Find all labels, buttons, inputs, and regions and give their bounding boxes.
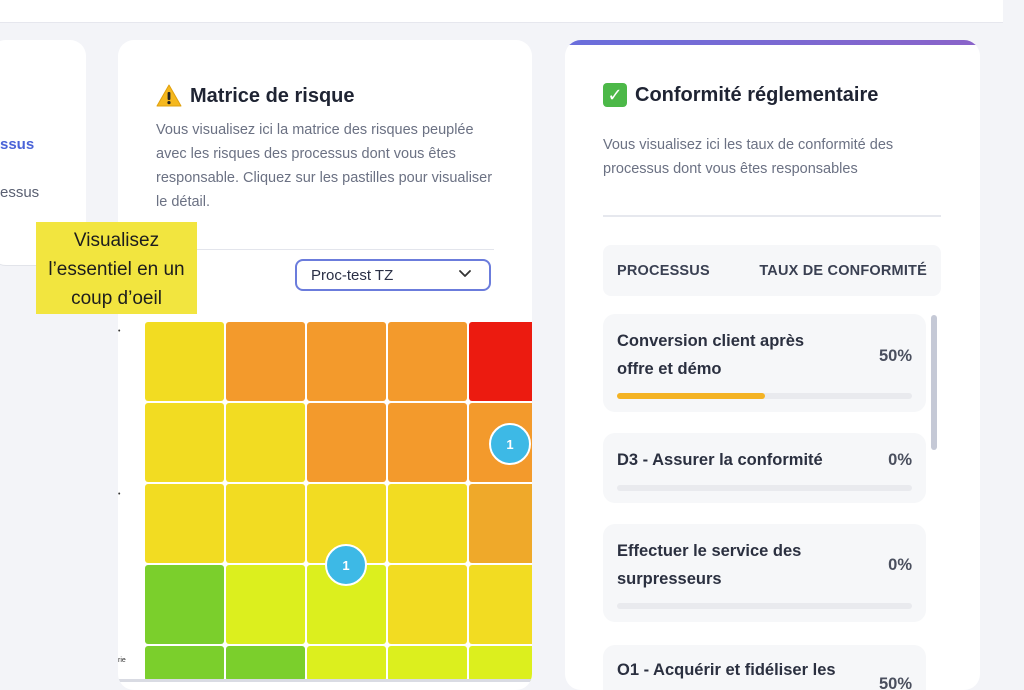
process-row[interactable]: Conversion client après offre et démo 50…	[603, 314, 926, 412]
left-nav-item[interactable]: essus	[0, 184, 39, 201]
divider	[156, 249, 494, 250]
process-select[interactable]: Proc-test TZ	[295, 259, 491, 291]
process-rate: 0%	[888, 451, 912, 469]
progress-bar	[617, 393, 912, 399]
column-header-process: PROCESSUS	[617, 262, 710, 279]
matrix-cell[interactable]	[469, 565, 532, 644]
risk-matrix-card: Matrice de risque Vous visualisez ici la…	[118, 40, 532, 690]
progress-bar	[617, 485, 912, 491]
matrix-cell[interactable]	[226, 403, 305, 482]
process-name: Conversion client après offre et démo	[617, 332, 805, 378]
conformity-title: ✓ Conformité réglementaire	[603, 83, 878, 107]
matrix-cell[interactable]	[145, 646, 224, 681]
matrix-cell[interactable]	[307, 322, 386, 401]
table-header: PROCESSUS TAUX DE CONFORMITÉ	[603, 245, 941, 296]
risk-dot[interactable]: 1	[325, 544, 367, 586]
card-accent-bar	[565, 40, 980, 45]
matrix-cell[interactable]	[388, 565, 467, 644]
matrix-cell[interactable]	[145, 484, 224, 563]
divider	[603, 215, 941, 217]
matrix-cell[interactable]	[469, 646, 532, 681]
process-select-value: Proc-test TZ	[311, 266, 394, 284]
axis-tick-mark: •	[118, 491, 121, 498]
matrix-cell[interactable]	[307, 403, 386, 482]
check-icon: ✓	[603, 83, 627, 107]
process-row[interactable]: O1 - Acquérir et fidéliser les 50%	[603, 645, 926, 690]
axis-tick-label: rie	[118, 657, 126, 664]
process-name: Effectuer le service des surpresseurs	[617, 542, 802, 588]
risk-matrix-title: Matrice de risque	[156, 84, 355, 108]
chevron-down-icon	[459, 270, 471, 277]
conformity-title-text: Conformité réglementaire	[635, 83, 879, 106]
scroll-edge	[118, 679, 532, 682]
matrix-cell[interactable]	[388, 322, 467, 401]
axis-tick-mark: •	[118, 328, 121, 335]
matrix-cell[interactable]	[226, 646, 305, 681]
matrix-cell[interactable]	[145, 565, 224, 644]
scrollbar[interactable]	[931, 315, 937, 450]
process-rate: 50%	[878, 347, 912, 365]
process-name: D3 - Assurer la conformité	[617, 451, 823, 469]
matrix-cell[interactable]	[145, 322, 224, 401]
progress-fill	[617, 393, 765, 399]
matrix-cell[interactable]	[388, 484, 467, 563]
top-bar	[0, 0, 1003, 23]
warning-icon	[156, 84, 182, 107]
risk-matrix-description: Vous visualisez ici la matrice des risqu…	[156, 122, 493, 210]
matrix-cell[interactable]	[226, 484, 305, 563]
matrix-cell[interactable]	[226, 322, 305, 401]
matrix-cell[interactable]	[469, 484, 532, 563]
risk-dot[interactable]: 1	[489, 423, 531, 465]
matrix-cell[interactable]	[388, 403, 467, 482]
column-header-rate: TAUX DE CONFORMITÉ	[759, 262, 927, 279]
left-nav-item-active[interactable]: ssus	[0, 136, 34, 153]
process-row[interactable]: D3 - Assurer la conformité 0%	[603, 433, 926, 503]
matrix-cell[interactable]	[388, 646, 467, 681]
progress-bar	[617, 603, 912, 609]
process-row[interactable]: Effectuer le service des surpresseurs 0%	[603, 524, 926, 622]
process-name: O1 - Acquérir et fidéliser les	[617, 661, 836, 679]
matrix-cell[interactable]	[307, 646, 386, 681]
process-rate: 0%	[888, 556, 912, 574]
conformity-card: ✓ Conformité réglementaire Vous visualis…	[565, 40, 980, 690]
conformity-description: Vous visualisez ici les taux de conformi…	[603, 137, 894, 177]
callout-label: Visualisez l’essentiel en un coup d’oeil	[36, 222, 197, 314]
process-rate: 50%	[878, 675, 912, 690]
matrix-cell[interactable]	[469, 322, 532, 401]
risk-matrix-title-text: Matrice de risque	[190, 84, 355, 107]
matrix-cell[interactable]	[145, 403, 224, 482]
matrix-cell[interactable]	[226, 565, 305, 644]
